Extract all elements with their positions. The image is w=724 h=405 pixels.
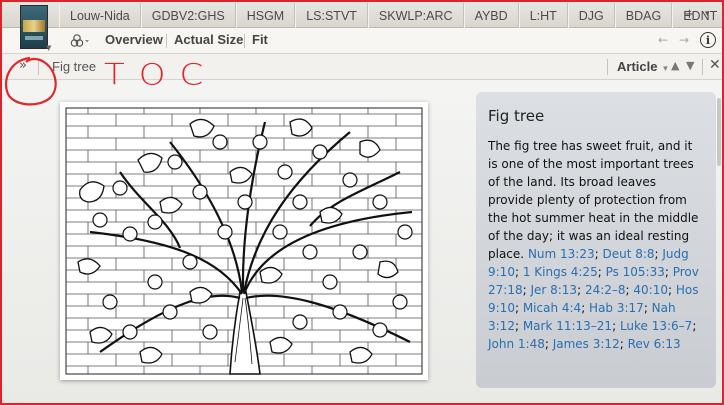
forward-arrow-icon[interactable]: → xyxy=(679,33,689,47)
scripture-reference-link[interactable]: Jer 8:13 xyxy=(530,283,577,297)
toolbar-divider xyxy=(244,34,245,48)
tab-hsgm[interactable]: HSGM xyxy=(235,3,296,28)
article-bar: » Fig tree Article ▼ ▲ ▼ ✕ xyxy=(2,54,722,80)
tab-overflow-button[interactable]: ▾ xyxy=(705,9,710,19)
scripture-reference-link[interactable]: Rev 6:13 xyxy=(628,337,681,351)
toolbar-divider xyxy=(166,34,167,48)
reference-separator: ; xyxy=(643,301,652,315)
tab-skwlp-arc[interactable]: SKWLP:ARC xyxy=(367,3,464,28)
scripture-reference-link[interactable]: John 1:48 xyxy=(488,337,545,351)
info-icon[interactable]: i xyxy=(700,32,716,48)
scripture-reference-link[interactable]: 24:2–8 xyxy=(585,283,626,297)
scripture-reference-link[interactable]: Hab 3:17 xyxy=(589,301,644,315)
app-window: Louw-Nida GDBV2:GHS HSGM LS:STVT SKWLP:ARC AY… xyxy=(0,0,724,405)
reference-separator: ; xyxy=(619,337,628,351)
scrollbar-thumb[interactable] xyxy=(717,98,721,166)
scripture-references: Num 13:23; Deut 8:8; Judg 9:10; 1 Kings … xyxy=(488,247,699,351)
scripture-reference-link[interactable]: Deut 8:8 xyxy=(602,247,654,261)
chevron-down-icon[interactable]: ▼ xyxy=(46,44,51,52)
scripture-reference-link[interactable]: Mark 11:13–21 xyxy=(523,319,612,333)
scripture-reference-link[interactable]: Luke 13:6–7 xyxy=(620,319,692,333)
reference-separator: ; xyxy=(514,265,523,279)
scripture-reference-link[interactable]: Micah 4:4 xyxy=(523,301,581,315)
reference-separator: ; xyxy=(581,301,590,315)
article-title: Fig tree xyxy=(52,59,97,74)
fit-button[interactable]: Fit xyxy=(252,32,268,47)
actual-size-button[interactable]: Actual Size xyxy=(174,32,243,47)
article-body-text: The fig tree has sweet fruit, and it is … xyxy=(488,139,699,261)
divider xyxy=(38,59,39,75)
tab-gdbv2-ghs[interactable]: GDBV2:GHS xyxy=(140,3,236,28)
reference-separator: ; xyxy=(612,319,620,333)
tab-aybd[interactable]: AYBD xyxy=(463,3,519,28)
scripture-reference-link[interactable]: 40:10 xyxy=(633,283,668,297)
article-body: The fig tree has sweet fruit, and it is … xyxy=(488,137,704,353)
next-article-button[interactable]: ▼ xyxy=(686,59,694,72)
image-options-icon xyxy=(70,34,89,47)
article-dropdown-label: Article xyxy=(617,59,658,74)
article-info-card: Fig tree The fig tree has sweet fruit, a… xyxy=(476,92,716,388)
content-area: Fig tree The fig tree has sweet fruit, a… xyxy=(2,80,722,403)
back-arrow-icon[interactable]: ← xyxy=(658,33,668,47)
scripture-reference-link[interactable]: Num 13:23 xyxy=(528,247,595,261)
reference-separator: ; xyxy=(577,283,585,297)
tab-list: Louw-Nida GDBV2:GHS HSGM LS:STVT SKWLP:ARC AY… xyxy=(59,3,722,28)
article-dropdown[interactable]: Article ▼ xyxy=(617,59,669,74)
divider xyxy=(702,59,703,75)
chevron-down-icon: ▼ xyxy=(661,64,670,73)
resource-cover-thumbnail[interactable] xyxy=(20,5,48,49)
tab-ednt[interactable]: EDNT xyxy=(672,3,722,28)
vertical-scrollbar[interactable] xyxy=(716,80,722,403)
fig-tree-drawing xyxy=(65,107,423,375)
reference-separator: ; xyxy=(692,319,697,333)
scripture-reference-link[interactable]: Ps 105:33 xyxy=(606,265,665,279)
reference-separator: ; xyxy=(514,301,523,315)
new-tab-button[interactable]: + xyxy=(684,7,695,22)
divider xyxy=(607,59,608,75)
article-heading: Fig tree xyxy=(488,107,545,125)
close-icon[interactable]: ✕ xyxy=(709,57,721,73)
reference-separator: ; xyxy=(514,319,523,333)
reference-separator: ; xyxy=(667,283,676,297)
tab-l-ht[interactable]: L:HT xyxy=(518,3,568,28)
fig-tree-illustration[interactable] xyxy=(60,102,428,380)
toolbar: Overview Actual Size Fit ← → i xyxy=(2,28,722,54)
overview-button[interactable]: Overview xyxy=(105,32,163,47)
tab-louw-nida[interactable]: Louw-Nida xyxy=(59,3,141,28)
tab-strip: Louw-Nida GDBV2:GHS HSGM LS:STVT SKWLP:ARC AY… xyxy=(2,2,722,28)
image-options-button[interactable] xyxy=(70,33,90,49)
tab-djg[interactable]: DJG xyxy=(567,3,615,28)
scripture-reference-link[interactable]: 1 Kings 4:25 xyxy=(523,265,598,279)
toc-toggle-button[interactable]: » xyxy=(19,58,27,73)
previous-article-button[interactable]: ▲ xyxy=(671,59,679,72)
reference-separator: ; xyxy=(664,265,673,279)
tab-bdag[interactable]: BDAG xyxy=(614,3,673,28)
reference-separator: ; xyxy=(544,337,553,351)
tab-ls-stvt[interactable]: LS:STVT xyxy=(295,3,368,28)
scripture-reference-link[interactable]: James 3:12 xyxy=(553,337,620,351)
reference-separator: ; xyxy=(597,265,606,279)
